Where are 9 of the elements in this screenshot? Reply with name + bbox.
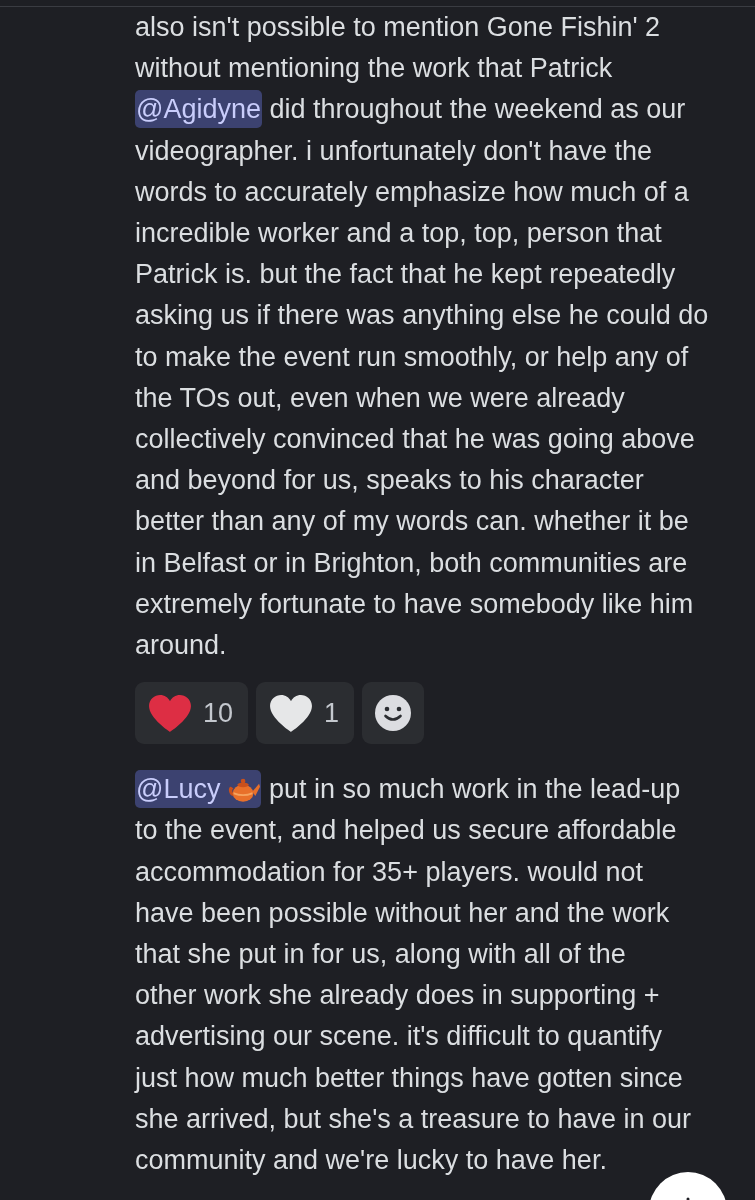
- user-mention-link[interactable]: @Lucy: [135, 770, 262, 809]
- message-text: @Lucy put in so much work in the lead-up to the event, and helped us secure affordable accommodation for 35+ players. would not have been possible without her and the work that she put in for us, along with all of the other work she already does in supporting + advertising our scene. it's difficult to quantify just how much better things have gotten since she arrived, but she's a treasure to have in our community and we're lucky to have her.: [135, 769, 745, 1182]
- reaction-button[interactable]: 10: [135, 682, 249, 745]
- smiley-icon: [375, 695, 412, 732]
- add-reaction-button[interactable]: [362, 682, 425, 745]
- reaction-button[interactable]: 1: [256, 682, 355, 745]
- floating-button[interactable]: [649, 1172, 727, 1200]
- message-text: also isn't possible to mention Gone Fishin' 2 without mentioning the work that Patrick @Agidyne did throughout the weekend as our videographer. i unfortunately don't have the words to accurately emphasize how much of a incredible worker and a top, top, person that Patrick is. but the fact that he kept repeatedly asking us if there was anything else he could do to make the event run smoothly, or help any of the TOs out, even when we were already collectively convinced that he was going above and beyond for us, speaks to his character better than any of my words can. whether it be in Belfast or in Brighton, both communities are extremely fortunate to have somebody like him around.: [135, 11, 710, 663]
- user-mention-link[interactable]: @Agidyne: [135, 90, 262, 129]
